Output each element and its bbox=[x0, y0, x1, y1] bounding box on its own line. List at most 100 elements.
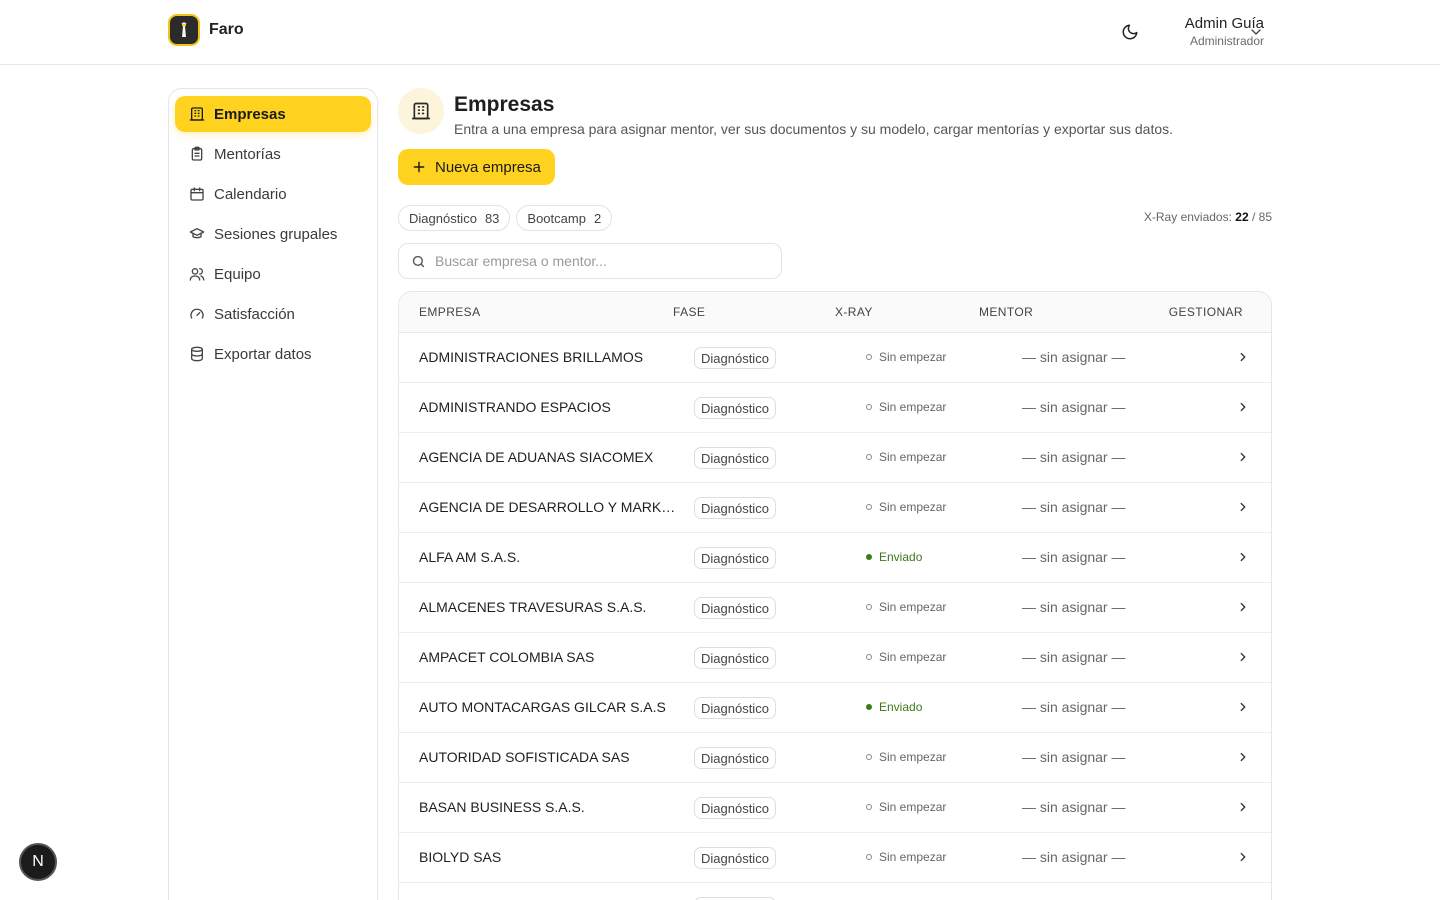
status-dot-icon bbox=[866, 404, 872, 410]
status-dot-icon bbox=[866, 504, 872, 510]
table-row[interactable]: AGENCIA DE ADUANAS SIACOMEX Diagnóstico Si… bbox=[399, 433, 1271, 483]
sidebar-item-mentorias[interactable]: Mentorías bbox=[175, 136, 371, 172]
chevron-right-icon[interactable] bbox=[1236, 850, 1250, 864]
mentor-name: — sin asignar — bbox=[1022, 549, 1126, 565]
plus-icon bbox=[413, 161, 425, 173]
new-company-button[interactable]: Nueva empresa bbox=[398, 149, 555, 185]
table-row[interactable]: AUTO MONTACARGAS GILCAR S.A.S Diagnóstico… bbox=[399, 683, 1271, 733]
table-row[interactable]: ADMINISTRANDO ESPACIOS Diagnóstico Sin emp… bbox=[399, 383, 1271, 433]
chevron-right-icon[interactable] bbox=[1236, 700, 1250, 714]
xray-status: Sin empezar bbox=[866, 750, 946, 764]
xray-status: Enviado bbox=[866, 700, 922, 714]
xray-sent-count: 22 bbox=[1235, 210, 1249, 224]
building-icon bbox=[189, 106, 205, 122]
xray-total-count: / 85 bbox=[1251, 210, 1272, 224]
sidebar-item-equipo[interactable]: Equipo bbox=[175, 256, 371, 292]
mentor-name: — sin asignar — bbox=[1022, 349, 1126, 365]
chevron-right-icon[interactable] bbox=[1236, 650, 1250, 664]
chevron-right-icon[interactable] bbox=[1236, 750, 1250, 764]
companies-table: EMPRESA FASE X-RAY MENTOR GESTIONAR ADMI… bbox=[398, 291, 1272, 900]
chevron-right-icon[interactable] bbox=[1236, 600, 1250, 614]
table-row[interactable]: ADMINISTRACIONES BRILLAMOS Diagnóstico Sin… bbox=[399, 333, 1271, 383]
status-dot-icon bbox=[866, 754, 872, 760]
sidebar-item-empresas[interactable]: Empresas bbox=[175, 96, 371, 132]
mentor-name: — sin asignar — bbox=[1022, 649, 1126, 665]
chevron-right-icon[interactable] bbox=[1236, 450, 1250, 464]
xray-status-label: Sin empezar bbox=[879, 850, 947, 864]
company-name: AGENCIA DE DESARROLLO Y MARKETING bbox=[419, 499, 681, 515]
brand[interactable]: Faro bbox=[168, 14, 244, 46]
calendar-icon bbox=[189, 186, 205, 202]
chevron-right-icon[interactable] bbox=[1236, 550, 1250, 564]
xray-status: Sin empezar bbox=[866, 650, 946, 664]
table-row[interactable]: AGENCIA DE DESARROLLO Y MARKETING Diagnós… bbox=[399, 483, 1271, 533]
sidebar-item-label: Mentorías bbox=[214, 145, 281, 163]
gauge-icon bbox=[189, 306, 205, 322]
sidebar-item-label: Sesiones grupales bbox=[214, 225, 338, 243]
table-body: ADMINISTRACIONES BRILLAMOS Diagnóstico Sin… bbox=[399, 333, 1271, 900]
company-name: AUTORIDAD SOFISTICADA SAS bbox=[419, 749, 630, 765]
status-dot-icon bbox=[866, 704, 872, 710]
status-dot-icon bbox=[866, 604, 872, 610]
chevron-right-icon[interactable] bbox=[1236, 500, 1250, 514]
graduation-cap-icon bbox=[189, 226, 205, 242]
dark-mode-toggle[interactable] bbox=[1118, 20, 1142, 44]
status-dot-icon bbox=[866, 654, 872, 660]
xray-summary: X-Ray enviados: 22 / 85 bbox=[1144, 210, 1272, 224]
table-row[interactable]: DiagnósticoSin empezar— sin asignar — bbox=[399, 883, 1271, 900]
sidebar-item-calendario[interactable]: Calendario bbox=[175, 176, 371, 212]
chip-label: Bootcamp bbox=[527, 210, 586, 226]
phase-badge: Diagnóstico bbox=[694, 547, 776, 569]
sidebar-item-sesiones-grupales[interactable]: Sesiones grupales bbox=[175, 216, 371, 252]
company-name: AGENCIA DE ADUANAS SIACOMEX bbox=[419, 449, 654, 465]
sidebar-item-label: Equipo bbox=[214, 265, 261, 283]
table-row[interactable]: ALFA AM S.A.S. Diagnóstico Enviado — sin as… bbox=[399, 533, 1271, 583]
lighthouse-logo-icon bbox=[168, 14, 200, 46]
table-header: EMPRESA FASE X-RAY MENTOR GESTIONAR bbox=[399, 292, 1271, 333]
app-name: Faro bbox=[209, 21, 244, 38]
table-row[interactable]: ALMACENES TRAVESURAS S.A.S. Diagnóstico Si… bbox=[399, 583, 1271, 633]
company-name: ADMINISTRANDO ESPACIOS bbox=[419, 399, 611, 415]
sidebar-item-exportar-datos[interactable]: Exportar datos bbox=[175, 336, 371, 372]
filter-chip-bootcamp[interactable]: Bootcamp 2 bbox=[516, 205, 613, 231]
search-icon bbox=[412, 255, 425, 267]
sidebar-item-label: Empresas bbox=[214, 105, 286, 123]
company-name: AMPACET COLOMBIA SAS bbox=[419, 649, 595, 665]
database-icon bbox=[189, 346, 205, 362]
phase-filters: Diagnóstico 83 Bootcamp 2 bbox=[398, 205, 613, 231]
chevron-right-icon[interactable] bbox=[1236, 400, 1250, 414]
filter-chip-diagnostico[interactable]: Diagnóstico 83 bbox=[398, 205, 511, 231]
table-row[interactable]: AMPACET COLOMBIA SAS Diagnóstico Sin empez… bbox=[399, 633, 1271, 683]
xray-status-label: Sin empezar bbox=[879, 800, 947, 814]
phase-badge: Diagnóstico bbox=[694, 397, 776, 419]
column-gestionar: GESTIONAR bbox=[1168, 305, 1243, 319]
table-row[interactable]: BASAN BUSINESS S.A.S. Diagnóstico Sin empe… bbox=[399, 783, 1271, 833]
xray-status: Sin empezar bbox=[866, 500, 946, 514]
sidebar-item-label: Exportar datos bbox=[214, 345, 312, 363]
page-header: Empresas Entra a una empresa para asigna… bbox=[398, 88, 1272, 138]
column-xray: X-RAY bbox=[835, 305, 873, 319]
moon-icon bbox=[1122, 24, 1138, 40]
table-row[interactable]: BIOLYD SAS Diagnóstico Sin empezar — sin as… bbox=[399, 833, 1271, 883]
mentor-name: — sin asignar — bbox=[1022, 799, 1126, 815]
page-subtitle: Entra a una empresa para asignar mentor,… bbox=[454, 121, 1174, 137]
sidebar-item-label: Satisfacción bbox=[214, 305, 295, 323]
xray-status-label: Sin empezar bbox=[879, 750, 947, 764]
xray-status-label: Sin empezar bbox=[879, 600, 947, 614]
chevron-down-icon[interactable] bbox=[1248, 24, 1264, 40]
sidebar-item-satisfaccion[interactable]: Satisfacción bbox=[175, 296, 371, 332]
phase-badge: Diagnóstico bbox=[694, 747, 776, 769]
table-row[interactable]: AUTORIDAD SOFISTICADA SAS Diagnóstico Sin … bbox=[399, 733, 1271, 783]
search-input[interactable] bbox=[435, 253, 755, 269]
chevron-right-icon[interactable] bbox=[1236, 800, 1250, 814]
company-name: AUTO MONTACARGAS GILCAR S.A.S bbox=[419, 699, 666, 715]
xray-status: Sin empezar bbox=[866, 400, 946, 414]
mentor-name: — sin asignar — bbox=[1022, 849, 1126, 865]
clipboard-icon bbox=[189, 146, 205, 162]
phase-badge: Diagnóstico bbox=[694, 647, 776, 669]
mentor-name: — sin asignar — bbox=[1022, 599, 1126, 615]
xray-status-label: Enviado bbox=[879, 700, 923, 714]
dev-tools-badge[interactable]: N bbox=[19, 843, 57, 881]
chevron-right-icon[interactable] bbox=[1236, 350, 1250, 364]
company-name: ADMINISTRACIONES BRILLAMOS bbox=[419, 349, 644, 365]
